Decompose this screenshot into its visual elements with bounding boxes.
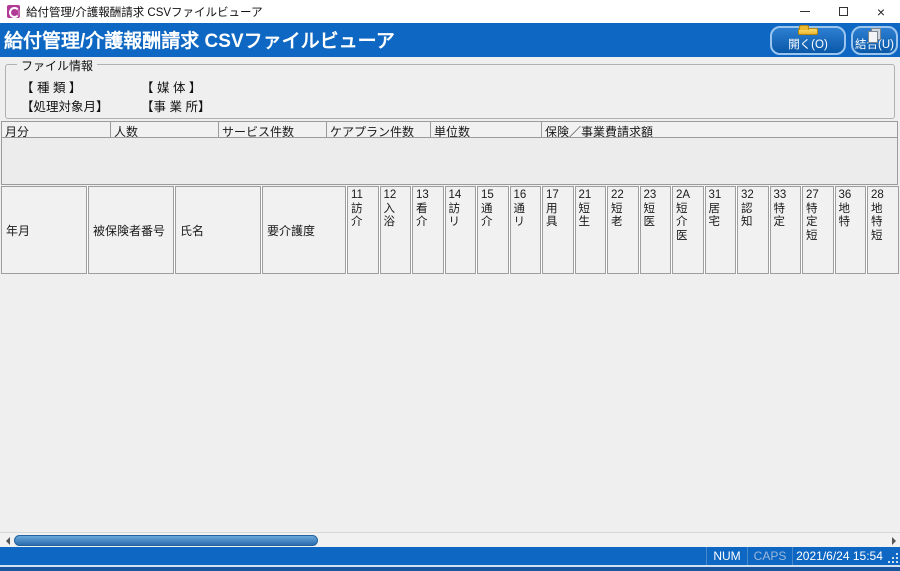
window-controls: × [786, 0, 900, 23]
scroll-left-icon [6, 537, 10, 545]
summary-col-billing-amount[interactable]: 保険／事業費請求額 [542, 122, 897, 137]
detail-col-name[interactable]: 氏名 [175, 186, 261, 274]
scrollbar-thumb[interactable] [14, 535, 318, 546]
target-month-label: 【処理対象月】 [21, 96, 109, 115]
detail-col-31[interactable]: 31 居 宅 [705, 186, 737, 274]
titlebar: 給付管理/介護報酬請求 CSVファイルビューア × [0, 0, 900, 23]
horizontal-scrollbar[interactable] [0, 532, 900, 547]
status-datetime: 2021/6/24 15:54 [792, 547, 886, 565]
file-kind-label: 【 種 類 】 [21, 77, 81, 96]
detail-col-yearmonth[interactable]: 年月 [1, 186, 87, 274]
detail-col-22[interactable]: 22 短 老 [607, 186, 639, 274]
detail-col-23[interactable]: 23 短 医 [640, 186, 672, 274]
detail-table-header: 年月 被保険者番号 氏名 要介護度 11 訪 介 12 入 浴 13 看 介 1… [1, 186, 899, 274]
status-num-lock: NUM [706, 547, 747, 565]
detail-col-15[interactable]: 15 通 介 [477, 186, 509, 274]
scroll-left-button[interactable] [2, 535, 13, 547]
detail-col-17[interactable]: 17 用 具 [542, 186, 574, 274]
detail-col-14[interactable]: 14 訪 リ [445, 186, 477, 274]
header-buttons: 開く(O) 結合(U) [770, 26, 898, 55]
resize-grip[interactable] [886, 547, 900, 565]
detail-col-insured-number[interactable]: 被保険者番号 [88, 186, 174, 274]
summary-col-month[interactable]: 月分 [2, 122, 111, 137]
open-button-label: 開く(O) [788, 36, 828, 52]
close-button[interactable]: × [862, 0, 900, 23]
summary-col-careplan-count[interactable]: ケアプラン件数 [327, 122, 431, 137]
detail-col-36[interactable]: 36 地 特 [835, 186, 867, 274]
summary-col-people[interactable]: 人数 [111, 122, 219, 137]
merge-documents-icon [868, 28, 881, 35]
folder-open-icon [798, 28, 818, 35]
minimize-icon [800, 11, 810, 12]
app-icon [7, 5, 20, 18]
resize-grip-icon [888, 553, 898, 563]
summary-table: 月分 人数 サービス件数 ケアプラン件数 単位数 保険／事業費請求額 [1, 121, 898, 185]
summary-table-header: 月分 人数 サービス件数 ケアプラン件数 単位数 保険／事業費請求額 [2, 122, 897, 138]
office-label: 【事 業 所】 [141, 96, 210, 115]
minimize-button[interactable] [786, 0, 824, 23]
open-button[interactable]: 開く(O) [770, 26, 846, 55]
scroll-right-button[interactable] [888, 535, 899, 547]
file-info-title: ファイル情報 [17, 57, 97, 74]
detail-col-care-level[interactable]: 要介護度 [262, 186, 346, 274]
file-media-label: 【 媒 体 】 [141, 77, 201, 96]
window-border-dark [0, 567, 900, 571]
detail-col-13[interactable]: 13 看 介 [412, 186, 444, 274]
maximize-icon [839, 7, 848, 16]
titlebar-title: 給付管理/介護報酬請求 CSVファイルビューア [26, 4, 263, 20]
status-caps-lock: CAPS [747, 547, 792, 565]
detail-col-11[interactable]: 11 訪 介 [347, 186, 379, 274]
detail-col-28[interactable]: 28 地 特 短 [867, 186, 899, 274]
detail-col-21[interactable]: 21 短 生 [575, 186, 607, 274]
detail-col-2A[interactable]: 2A 短 介 医 [672, 186, 704, 274]
detail-col-16[interactable]: 16 通 リ [510, 186, 542, 274]
detail-col-27[interactable]: 27 特 定 短 [802, 186, 834, 274]
scroll-right-icon [892, 537, 896, 545]
file-info-groupbox: ファイル情報 【 種 類 】 【 媒 体 】 【処理対象月】 【事 業 所】 [5, 64, 895, 119]
app-header: 給付管理/介護報酬請求 CSVファイルビューア 開く(O) 結合(U) [0, 23, 900, 57]
detail-col-33[interactable]: 33 特 定 [770, 186, 802, 274]
status-bar: NUM CAPS 2021/6/24 15:54 [0, 547, 900, 565]
maximize-button[interactable] [824, 0, 862, 23]
page-title: 給付管理/介護報酬請求 CSVファイルビューア [4, 26, 395, 53]
summary-col-service-count[interactable]: サービス件数 [219, 122, 327, 137]
detail-col-32[interactable]: 32 認 知 [737, 186, 769, 274]
detail-col-12[interactable]: 12 入 浴 [380, 186, 412, 274]
summary-col-units[interactable]: 単位数 [431, 122, 542, 137]
close-icon: × [877, 5, 885, 19]
app-window: 給付管理/介護報酬請求 CSVファイルビューア × 給付管理/介護報酬請求 CS… [0, 0, 900, 571]
merge-button[interactable]: 結合(U) [851, 26, 898, 55]
